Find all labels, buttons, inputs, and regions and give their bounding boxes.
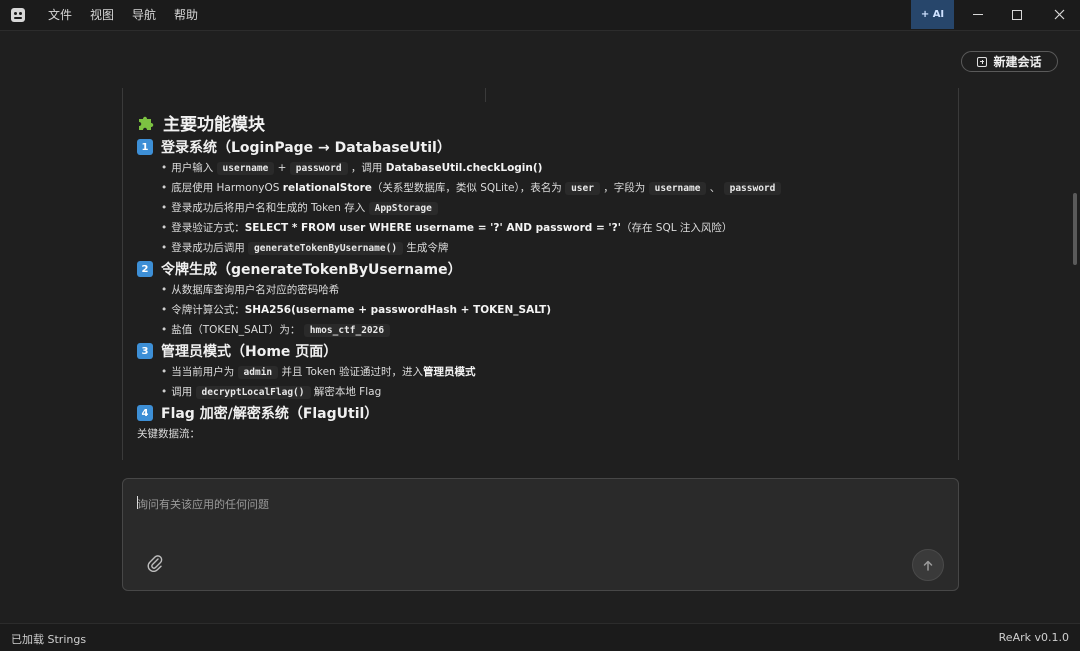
arrow-up-icon xyxy=(923,560,933,571)
keycap-number-icon: 3 xyxy=(137,343,153,359)
list-item: 登录成功后将用户名和生成的 Token 存入 AppStorage xyxy=(161,198,947,218)
add-square-icon xyxy=(977,56,988,67)
section-heading: 主要功能模块 xyxy=(137,110,947,135)
list-item: 调用 decryptLocalFlag() 解密本地 Flag xyxy=(161,382,947,402)
send-button[interactable] xyxy=(912,549,944,581)
module-heading-4: 4 Flag 加密/解密系统（FlagUtil） xyxy=(137,402,947,424)
text-caret xyxy=(137,496,138,509)
list-item: 用户输入 username + password ，调用 DatabaseUti… xyxy=(161,158,947,178)
maximize-icon xyxy=(1012,9,1022,20)
assistant-message: 主要功能模块 1 登录系统（LoginPage → DatabaseUtil） … xyxy=(137,110,947,444)
list-item: 当当前用户为 admin 并且 Token 验证通过时，进入管理员模式 xyxy=(161,362,947,382)
chat-message-area: 主要功能模块 1 登录系统（LoginPage → DatabaseUtil） … xyxy=(122,88,959,460)
status-version: ReArk v0.1.0 xyxy=(998,631,1069,644)
keycap-number-icon: 1 xyxy=(137,139,153,155)
list-item: 令牌计算公式：SHA256(username + passwordHash + … xyxy=(161,300,947,320)
keycap-number-icon: 2 xyxy=(137,261,153,277)
status-loaded: 已加载 Strings xyxy=(11,633,87,646)
keycap-number-icon: 4 xyxy=(137,405,153,421)
menu-navigate[interactable]: 导航 xyxy=(123,0,165,31)
app-logo-icon xyxy=(11,8,25,22)
chat-input-panel xyxy=(122,478,959,591)
module-2-list: 从数据库查询用户名对应的密码哈希 令牌计算公式：SHA256(username … xyxy=(161,280,947,340)
minimize-button[interactable] xyxy=(958,0,998,29)
list-item: 登录成功后调用 generateTokenByUsername() 生成令牌 xyxy=(161,238,947,258)
menu-view[interactable]: 视图 xyxy=(81,0,123,31)
list-item: 盐值（TOKEN_SALT）为： hmos_ctf_2026 xyxy=(161,320,947,340)
module-heading-3: 3 管理员模式（Home 页面） xyxy=(137,340,947,362)
minimize-icon xyxy=(973,14,983,15)
menu-file[interactable]: 文件 xyxy=(39,0,81,31)
maximize-button[interactable] xyxy=(997,0,1037,29)
close-icon xyxy=(1054,9,1064,20)
table-divider xyxy=(485,88,486,102)
module-1-list: 用户输入 username + password ，调用 DatabaseUti… xyxy=(161,158,947,258)
module-heading-2: 2 令牌生成（generateTokenByUsername） xyxy=(137,258,947,280)
module-heading-1: 1 登录系统（LoginPage → DatabaseUtil） xyxy=(137,136,947,158)
status-bar: 已加载 Strings ReArk v0.1.0 xyxy=(0,623,1080,651)
list-item: 底层使用 HarmonyOS relationalStore（关系型数据库，类似… xyxy=(161,178,947,198)
menu-help[interactable]: 帮助 xyxy=(165,0,207,31)
new-chat-button[interactable]: 新建会话 xyxy=(961,51,1058,72)
paperclip-icon[interactable] xyxy=(147,554,163,572)
chat-input[interactable] xyxy=(137,494,897,514)
puzzle-piece-icon xyxy=(137,114,154,131)
ai-toggle-button[interactable]: + AI xyxy=(911,0,954,29)
list-item: 登录验证方式：SELECT * FROM user WHERE username… xyxy=(161,218,947,238)
trailing-text: 关键数据流： xyxy=(137,428,200,440)
chat-scrollbar[interactable] xyxy=(1073,193,1077,265)
close-button[interactable] xyxy=(1039,0,1079,29)
list-item: 从数据库查询用户名对应的密码哈希 xyxy=(161,280,947,300)
new-chat-label: 新建会话 xyxy=(993,55,1042,69)
module-3-list: 当当前用户为 admin 并且 Token 验证通过时，进入管理员模式 调用 d… xyxy=(161,362,947,402)
